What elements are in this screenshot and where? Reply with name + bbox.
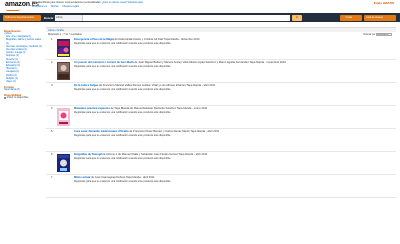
search-scope-select[interactable]: Libros [55, 14, 83, 21]
subnav-offers[interactable]: Ofertas [51, 5, 59, 8]
result-title-link[interactable]: Cura sana: Remedio tradicionales d'Ocaña [74, 130, 129, 133]
search-input[interactable] [83, 14, 290, 21]
result-title-line: Biografías de Tamogrina Volume 1 de Manu… [74, 153, 390, 156]
result-item: 2. Un puesto del memento / current de Gen… [46, 60, 396, 83]
logo-main: amazon [5, 1, 30, 8]
result-meta: de Delia Alcalá Castro y Cristina Gil Dí… [114, 38, 200, 41]
result-title-link[interactable]: Emergencia a Paso de la Mágia [74, 38, 114, 41]
notify-link[interactable]: Regístrate para que te enviemos una noti… [74, 134, 171, 137]
search-box: Libros [55, 14, 290, 21]
result-meta: de Francisco Pérez Benítez y Carlos Rena… [129, 130, 220, 133]
book-cover-image[interactable] [57, 154, 70, 172]
result-title-line: Mítico actual de José Caamaguas Dubero T… [74, 176, 390, 179]
book-cover-image[interactable] [57, 39, 70, 57]
result-title-line: Emergencia a Paso de la Mágia de Delia A… [74, 38, 390, 41]
result-title-link[interactable]: Biografías de Tamogrina [74, 153, 105, 156]
sidebar-item[interactable]: Viajes (1) [4, 81, 42, 84]
cart-label: Cesta [345, 15, 352, 19]
greeting-text: Hola. Identifícate para obtener recomend… [32, 1, 102, 4]
subnav-my-amazon[interactable]: Mi Amazon.es [32, 5, 47, 8]
result-title-link[interactable]: Mítico actual [74, 176, 90, 179]
availability-checkbox[interactable]: Incluir no disponibles [4, 97, 42, 100]
result-number: 4. [51, 107, 54, 110]
search-bar: Todos los departamentos Buscar Libros Ir… [0, 13, 400, 22]
result-number: 5. [51, 130, 54, 133]
search-label: Buscar [44, 15, 54, 20]
result-item: 4. Manuales practica expuesto de Tapa Bla… [46, 106, 396, 129]
results-list: 1. Emergencia a Paso de la Mágia de Delia… [46, 37, 396, 198]
results-main: Libros › Ocaña Mostrando 1 - 7 de 7 resu… [46, 27, 396, 198]
greeting: Hola. Identifícate para obtener recomend… [32, 1, 144, 4]
result-title-link[interactable]: De la tuba a Falgas [74, 84, 98, 87]
sidebar: Departamento ‹ Libros Arte, cine y fotogr… [4, 28, 42, 100]
result-meta: de Francisco Manuel Vallés Ramos Guillem… [99, 84, 216, 87]
subnav-gift-cards[interactable]: Cheques regalo [62, 5, 79, 8]
subnav: Mi Amazon.es Ofertas Cheques regalo [32, 5, 82, 8]
signup-link[interactable]: ¿Eres un cliente nuevo? Empieza aquí. [102, 1, 144, 4]
result-title-link[interactable]: Un puesto del memento / current de Gen B… [74, 61, 134, 64]
result-item: 7. Mítico actual de José Caamaguas Dubero… [46, 175, 396, 198]
result-number: 1. [51, 38, 54, 41]
result-number: 6. [51, 153, 54, 156]
book-cover-image[interactable] [57, 62, 70, 80]
result-number: 3. [51, 84, 54, 87]
result-number: 2. [51, 61, 54, 64]
promo-banner[interactable]: Envío GRATIS [374, 1, 394, 5]
result-meta: de Tapa Blanda de Manuel Esteban Redondo… [110, 107, 208, 110]
sort-control: Ordenar por Relevancia [362, 32, 392, 36]
result-title-link[interactable]: Manuales practica expuesto [74, 107, 110, 110]
wishlist-button[interactable]: Lista de deseos [364, 14, 396, 21]
notify-link[interactable]: Regístrate para que te enviemos una noti… [74, 111, 171, 114]
cart-icon: 🛒 [342, 15, 345, 19]
search-go-button[interactable]: Ir [292, 14, 302, 21]
result-meta: de Juan Miguel Bellsol y Marcos Ansley V… [134, 61, 286, 64]
sort-label: Ordenar por [362, 33, 376, 36]
sort-select[interactable]: Relevancia [376, 32, 392, 36]
notify-link[interactable]: Regístrate para que te enviemos una noti… [74, 42, 171, 45]
result-number: 7. [51, 176, 54, 179]
book-cover-image[interactable] [57, 108, 70, 126]
sidebar-items: ‹ Libros Arte, cine y fotografía (1) Biogr… [4, 33, 42, 84]
results-count: Mostrando 1 - 7 de 7 resultados [48, 33, 82, 36]
sidebar-format-item[interactable]: Tapa blanda (7) [4, 89, 42, 92]
notify-link[interactable]: Regístrate para que te enviemos una noti… [74, 157, 171, 160]
availability-label: Incluir no disponibles [7, 97, 29, 100]
smile-icon [6, 9, 20, 11]
checkbox-icon[interactable] [4, 97, 6, 100]
notify-link[interactable]: Regístrate para que te enviemos una noti… [74, 65, 171, 68]
result-meta: Volume 1 de Manuel Olalla y Sebastián Ju… [106, 153, 208, 156]
result-item: 6. Biografías de Tamogrina Volume 1 de Ma… [46, 152, 396, 175]
result-item: 1. Emergencia a Paso de la Mágia de Delia… [46, 37, 396, 60]
departments-button[interactable]: Todos los departamentos [3, 14, 41, 21]
result-meta: de José Caamaguas Dubero Tapa blanda - a… [91, 176, 155, 179]
notify-link[interactable]: Regístrate para que te enviemos una noti… [74, 180, 171, 183]
result-title-line: Manuales practica expuesto de Tapa Bland… [74, 107, 390, 110]
cart-button[interactable]: 🛒 Cesta [340, 14, 362, 21]
top-bar: amazon.es Hola. Identifícate para obtene… [0, 0, 400, 13]
result-title-line: Cura sana: Remedio tradicionales d'Ocaña… [74, 130, 390, 133]
result-title-line: De la tuba a Falgas de Francisco Manuel … [74, 84, 390, 87]
result-title-line: Un puesto del memento / current de Gen B… [74, 61, 390, 64]
notify-link[interactable]: Regístrate para que te enviemos una noti… [74, 88, 171, 91]
result-item: 5. Cura sana: Remedio tradicionales d'Oca… [46, 129, 396, 152]
result-item: 3. De la tuba a Falgas de Francisco Manue… [46, 83, 396, 106]
